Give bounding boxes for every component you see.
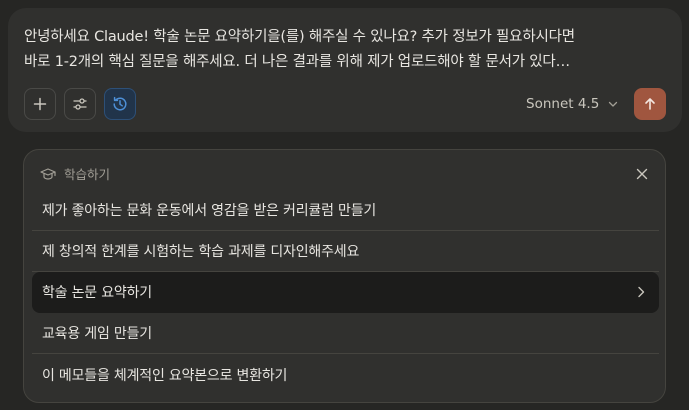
graduation-cap-icon bbox=[40, 167, 56, 180]
suggestion-item-selected[interactable]: 학술 논문 요약하기 bbox=[32, 272, 659, 313]
extended-thinking-button[interactable] bbox=[104, 88, 136, 120]
suggestion-item[interactable]: 제 창의적 한계를 시험하는 학습 과제를 디자인해주세요 bbox=[32, 231, 659, 272]
suggestion-item[interactable]: 교육용 게임 만들기 bbox=[32, 313, 659, 354]
prompt-input[interactable]: 안녕하세요 Claude! 학술 논문 요약하기을(를) 해주실 수 있나요? … bbox=[24, 25, 674, 75]
chevron-right-icon bbox=[638, 286, 645, 298]
model-selector[interactable]: Sonnet 4.5 bbox=[526, 92, 619, 116]
close-panel-button[interactable] bbox=[633, 165, 651, 183]
panel-title: 학습하기 bbox=[64, 167, 111, 182]
suggestion-label: 교육용 게임 만들기 bbox=[42, 326, 152, 342]
plus-icon bbox=[33, 97, 47, 111]
add-button[interactable] bbox=[24, 88, 56, 120]
send-button[interactable] bbox=[634, 88, 666, 120]
sliders-icon bbox=[73, 98, 87, 110]
suggestion-label: 이 메모들을 체계적인 요약본으로 변환하기 bbox=[42, 367, 288, 384]
suggestion-list: 제가 좋아하는 문화 운동에서 영감을 받은 커리큘럼 만들기 제 창의적 한계… bbox=[32, 190, 659, 395]
message-composer[interactable]: 안녕하세요 Claude! 학술 논문 요약하기을(를) 해주실 수 있나요? … bbox=[8, 8, 682, 132]
history-clock-icon bbox=[113, 96, 127, 111]
suggestion-item[interactable]: 제가 좋아하는 문화 운동에서 영감을 받은 커리큘럼 만들기 bbox=[32, 190, 659, 231]
prompt-line-1: 안녕하세요 Claude! 학술 논문 요약하기을(를) 해주실 수 있나요? … bbox=[24, 29, 575, 45]
model-label: Sonnet 4.5 bbox=[526, 96, 600, 112]
prompt-suggestions-panel: 학습하기 제가 좋아하는 문화 운동에서 영감을 받은 커리큘럼 만들기 제 창… bbox=[23, 149, 666, 403]
suggestion-label: 학술 논문 요약하기 bbox=[42, 285, 152, 301]
suggestion-item[interactable]: 이 메모들을 체계적인 요약본으로 변환하기 bbox=[32, 354, 659, 395]
suggestion-label: 제가 좋아하는 문화 운동에서 영감을 받은 커리큘럼 만들기 bbox=[42, 203, 377, 219]
close-icon bbox=[636, 168, 648, 180]
chevron-down-icon bbox=[609, 101, 618, 107]
tools-settings-button[interactable] bbox=[64, 88, 96, 120]
panel-header: 학습하기 bbox=[40, 164, 110, 183]
prompt-line-2: 바로 1-2개의 핵심 질문을 해주세요. 더 나은 결과를 위해 제가 업로드… bbox=[24, 54, 570, 70]
suggestion-label: 제 창의적 한계를 시험하는 학습 과제를 디자인해주세요 bbox=[42, 244, 360, 260]
arrow-up-icon bbox=[645, 98, 655, 110]
